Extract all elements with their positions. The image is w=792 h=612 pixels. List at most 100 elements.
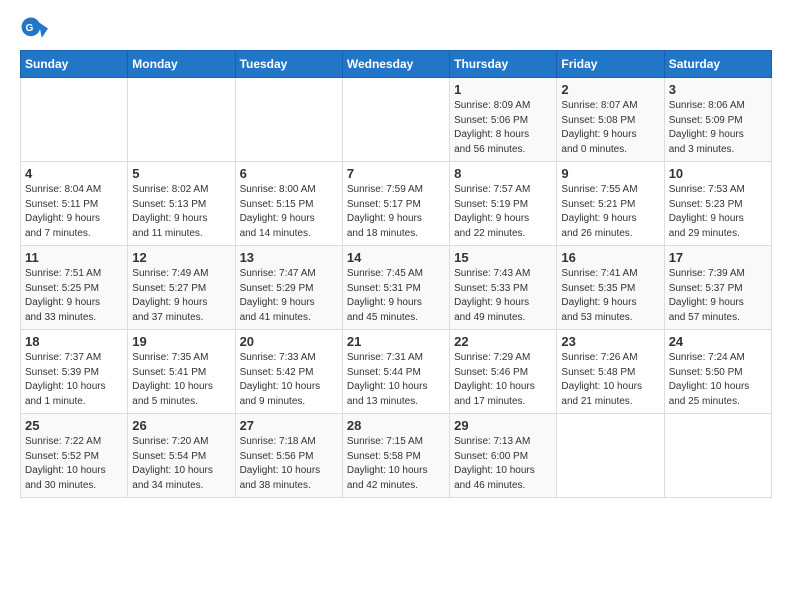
day-cell: 22 Sunrise: 7:29 AM Sunset: 5:46 PM Dayli…	[450, 330, 557, 414]
day-cell: 3 Sunrise: 8:06 AM Sunset: 5:09 PM Daylig…	[664, 78, 771, 162]
week-row-4: 18 Sunrise: 7:37 AM Sunset: 5:39 PM Dayli…	[21, 330, 772, 414]
day-number: 17	[669, 250, 767, 265]
day-info: Sunrise: 7:15 AM Sunset: 5:58 PM Dayligh…	[347, 435, 445, 493]
day-cell: 6 Sunrise: 8:00 AM Sunset: 5:15 PM Daylig…	[235, 162, 342, 246]
day-cell	[664, 414, 771, 498]
day-cell: 23Sunrise: 7:26 AM Sunset: 5:48 PM Dayli…	[557, 330, 664, 414]
day-info: Sunrise: 7:41 AM Sunset: 5:35 PM Dayligh…	[561, 267, 659, 325]
day-cell: 16 Sunrise: 7:41 AM Sunset: 5:35 PM Dayli…	[557, 246, 664, 330]
day-number: 20	[240, 334, 338, 349]
day-cell: 12 Sunrise: 7:49 AM Sunset: 5:27 PM Dayli…	[128, 246, 235, 330]
day-number: 7	[347, 166, 445, 181]
day-cell: 10 Sunrise: 7:53 AM Sunset: 5:23 PM Dayli…	[664, 162, 771, 246]
day-cell	[21, 78, 128, 162]
day-number: 23	[561, 334, 659, 349]
day-number: 26	[132, 418, 230, 433]
day-number: 12	[132, 250, 230, 265]
day-number: 27	[240, 418, 338, 433]
day-cell	[342, 78, 449, 162]
day-number: 18	[25, 334, 123, 349]
day-number: 16	[561, 250, 659, 265]
day-cell: 25 Sunrise: 7:22 AM Sunset: 5:52 PM Dayli…	[21, 414, 128, 498]
day-cell	[557, 414, 664, 498]
day-cell: 5 Sunrise: 8:02 AM Sunset: 5:13 PM Daylig…	[128, 162, 235, 246]
weekday-header-monday: Monday	[128, 51, 235, 78]
day-number: 15	[454, 250, 552, 265]
day-cell: 2Sunrise: 8:07 AM Sunset: 5:08 PM Daylig…	[557, 78, 664, 162]
svg-text:G: G	[25, 23, 33, 34]
day-cell: 17 Sunrise: 7:39 AM Sunset: 5:37 PM Dayli…	[664, 246, 771, 330]
day-info: Sunrise: 8:04 AM Sunset: 5:11 PM Dayligh…	[25, 183, 123, 241]
day-info: Sunrise: 7:31 AM Sunset: 5:44 PM Dayligh…	[347, 351, 445, 409]
day-info: Sunrise: 7:37 AM Sunset: 5:39 PM Dayligh…	[25, 351, 123, 409]
day-cell: 14 Sunrise: 7:45 AM Sunset: 5:31 PM Dayli…	[342, 246, 449, 330]
day-info: Sunrise: 8:06 AM Sunset: 5:09 PM Dayligh…	[669, 99, 767, 157]
weekday-header-sunday: Sunday	[21, 51, 128, 78]
week-row-2: 4 Sunrise: 8:04 AM Sunset: 5:11 PM Daylig…	[21, 162, 772, 246]
day-info: Sunrise: 7:53 AM Sunset: 5:23 PM Dayligh…	[669, 183, 767, 241]
day-cell: 18 Sunrise: 7:37 AM Sunset: 5:39 PM Dayli…	[21, 330, 128, 414]
day-info: Sunrise: 7:39 AM Sunset: 5:37 PM Dayligh…	[669, 267, 767, 325]
day-number: 14	[347, 250, 445, 265]
week-row-1: 1 Sunrise: 8:09 AM Sunset: 5:06 PM Daylig…	[21, 78, 772, 162]
day-number: 5	[132, 166, 230, 181]
day-cell: 21 Sunrise: 7:31 AM Sunset: 5:44 PM Dayli…	[342, 330, 449, 414]
page-container: G SundayMondayTuesdayWednesdayThursdayFr…	[0, 0, 792, 508]
day-info: Sunrise: 7:35 AM Sunset: 5:41 PM Dayligh…	[132, 351, 230, 409]
weekday-header-friday: Friday	[557, 51, 664, 78]
logo: G	[20, 16, 52, 44]
day-number: 1	[454, 82, 552, 97]
day-info: Sunrise: 8:07 AM Sunset: 5:08 PM Dayligh…	[561, 99, 659, 157]
day-cell: 19 Sunrise: 7:35 AM Sunset: 5:41 PM Dayli…	[128, 330, 235, 414]
day-info: Sunrise: 8:00 AM Sunset: 5:15 PM Dayligh…	[240, 183, 338, 241]
day-cell: 8 Sunrise: 7:57 AM Sunset: 5:19 PM Daylig…	[450, 162, 557, 246]
day-cell	[128, 78, 235, 162]
day-cell: 1 Sunrise: 8:09 AM Sunset: 5:06 PM Daylig…	[450, 78, 557, 162]
day-cell: 15 Sunrise: 7:43 AM Sunset: 5:33 PM Dayli…	[450, 246, 557, 330]
day-number: 10	[669, 166, 767, 181]
day-cell: 7Sunrise: 7:59 AM Sunset: 5:17 PM Daylig…	[342, 162, 449, 246]
day-number: 13	[240, 250, 338, 265]
week-row-3: 11Sunrise: 7:51 AM Sunset: 5:25 PM Dayli…	[21, 246, 772, 330]
day-cell: 24 Sunrise: 7:24 AM Sunset: 5:50 PM Dayli…	[664, 330, 771, 414]
weekday-header-wednesday: Wednesday	[342, 51, 449, 78]
day-cell: 27Sunrise: 7:18 AM Sunset: 5:56 PM Dayli…	[235, 414, 342, 498]
day-number: 21	[347, 334, 445, 349]
day-info: Sunrise: 7:43 AM Sunset: 5:33 PM Dayligh…	[454, 267, 552, 325]
day-number: 22	[454, 334, 552, 349]
calendar-table: SundayMondayTuesdayWednesdayThursdayFrid…	[20, 50, 772, 498]
day-number: 4	[25, 166, 123, 181]
day-cell: 28 Sunrise: 7:15 AM Sunset: 5:58 PM Dayli…	[342, 414, 449, 498]
day-info: Sunrise: 7:29 AM Sunset: 5:46 PM Dayligh…	[454, 351, 552, 409]
logo-icon: G	[20, 16, 48, 44]
day-info: Sunrise: 7:57 AM Sunset: 5:19 PM Dayligh…	[454, 183, 552, 241]
day-number: 6	[240, 166, 338, 181]
day-cell: 9 Sunrise: 7:55 AM Sunset: 5:21 PM Daylig…	[557, 162, 664, 246]
day-cell: 13 Sunrise: 7:47 AM Sunset: 5:29 PM Dayli…	[235, 246, 342, 330]
weekday-header-tuesday: Tuesday	[235, 51, 342, 78]
day-cell: 11Sunrise: 7:51 AM Sunset: 5:25 PM Dayli…	[21, 246, 128, 330]
day-info: Sunrise: 7:13 AM Sunset: 6:00 PM Dayligh…	[454, 435, 552, 493]
day-number: 24	[669, 334, 767, 349]
weekday-header-row: SundayMondayTuesdayWednesdayThursdayFrid…	[21, 51, 772, 78]
day-info: Sunrise: 7:55 AM Sunset: 5:21 PM Dayligh…	[561, 183, 659, 241]
day-info: Sunrise: 7:47 AM Sunset: 5:29 PM Dayligh…	[240, 267, 338, 325]
day-info: Sunrise: 7:49 AM Sunset: 5:27 PM Dayligh…	[132, 267, 230, 325]
weekday-header-thursday: Thursday	[450, 51, 557, 78]
day-number: 8	[454, 166, 552, 181]
day-number: 3	[669, 82, 767, 97]
day-number: 11	[25, 250, 123, 265]
day-number: 29	[454, 418, 552, 433]
day-info: Sunrise: 7:33 AM Sunset: 5:42 PM Dayligh…	[240, 351, 338, 409]
day-cell: 4 Sunrise: 8:04 AM Sunset: 5:11 PM Daylig…	[21, 162, 128, 246]
day-info: Sunrise: 8:09 AM Sunset: 5:06 PM Dayligh…	[454, 99, 552, 157]
day-number: 19	[132, 334, 230, 349]
day-cell: 29 Sunrise: 7:13 AM Sunset: 6:00 PM Dayli…	[450, 414, 557, 498]
day-info: Sunrise: 7:22 AM Sunset: 5:52 PM Dayligh…	[25, 435, 123, 493]
day-info: Sunrise: 7:45 AM Sunset: 5:31 PM Dayligh…	[347, 267, 445, 325]
day-number: 25	[25, 418, 123, 433]
day-info: Sunrise: 8:02 AM Sunset: 5:13 PM Dayligh…	[132, 183, 230, 241]
day-number: 9	[561, 166, 659, 181]
day-info: Sunrise: 7:24 AM Sunset: 5:50 PM Dayligh…	[669, 351, 767, 409]
day-number: 28	[347, 418, 445, 433]
